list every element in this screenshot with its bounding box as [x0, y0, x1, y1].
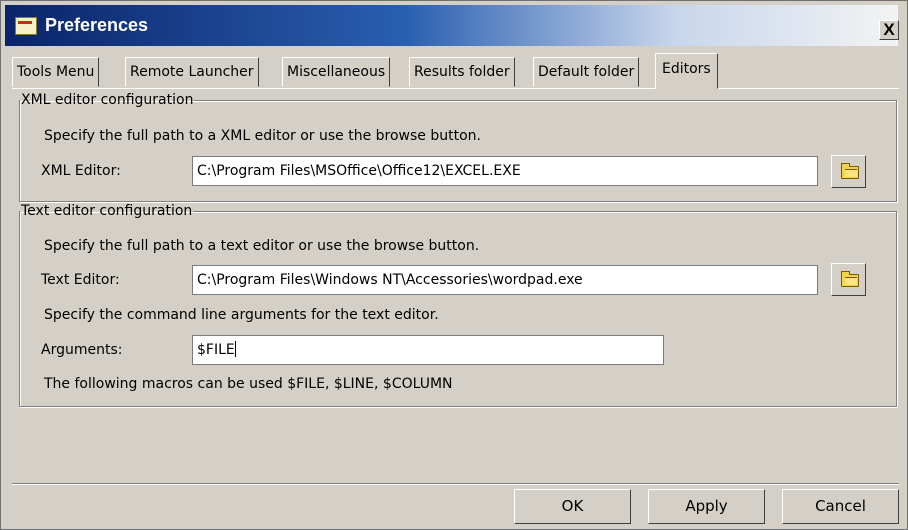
macros-note: The following macros can be used $FILE, … [44, 376, 453, 392]
title-bar[interactable]: Preferences X [5, 5, 899, 46]
tab-results-folder[interactable]: Results folder [409, 57, 515, 87]
apply-button[interactable]: Apply [648, 489, 765, 524]
folder-icon [841, 163, 859, 179]
xml-editor-input[interactable]: C:\Program Files\MSOffice\Office12\EXCEL… [192, 156, 818, 186]
tab-remote-launcher[interactable]: Remote Launcher [125, 57, 259, 87]
xml-browse-button[interactable] [831, 155, 866, 188]
tab-tools-menu[interactable]: Tools Menu [12, 57, 100, 87]
args-description: Specify the command line arguments for t… [44, 307, 439, 323]
arguments-value: $FILE [197, 342, 235, 358]
arguments-input[interactable]: $FILE [192, 335, 664, 365]
ok-button[interactable]: OK [514, 489, 631, 524]
text-caret [234, 341, 236, 357]
xml-group-legend: XML editor configuration [21, 92, 194, 108]
tab-panel-edge [12, 88, 899, 89]
close-icon: X [883, 20, 895, 39]
tab-miscellaneous[interactable]: Miscellaneous [282, 57, 391, 87]
preferences-window: Preferences X Tools Menu Remote Launcher… [0, 0, 908, 530]
button-separator-highlight [12, 484, 899, 485]
tab-default-folder[interactable]: Default folder [533, 57, 640, 87]
window-title: Preferences [45, 15, 149, 35]
folder-icon [841, 271, 859, 287]
app-icon [15, 17, 37, 35]
xml-description: Specify the full path to a XML editor or… [44, 128, 481, 144]
arguments-label: Arguments: [41, 342, 123, 358]
tab-editors[interactable]: Editors [655, 53, 718, 89]
text-description: Specify the full path to a text editor o… [44, 238, 480, 254]
xml-editor-label: XML Editor: [41, 163, 121, 179]
text-browse-button[interactable] [831, 263, 866, 296]
cancel-button[interactable]: Cancel [782, 489, 899, 524]
text-editor-label: Text Editor: [41, 272, 120, 288]
text-editor-input[interactable]: C:\Program Files\Windows NT\Accessories\… [192, 265, 818, 295]
text-group-legend: Text editor configuration [21, 203, 193, 219]
close-button[interactable]: X [879, 20, 899, 40]
